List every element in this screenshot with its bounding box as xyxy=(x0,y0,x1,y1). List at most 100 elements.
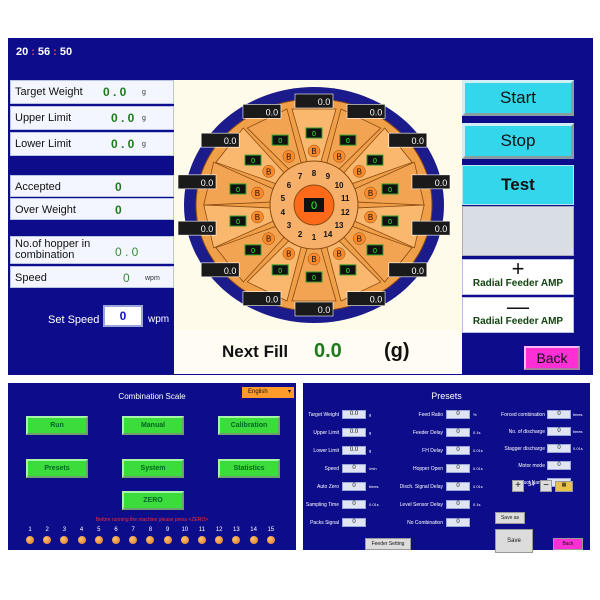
preset-value-field[interactable]: 0 xyxy=(547,427,571,436)
preset-value-field[interactable]: 0 xyxy=(342,464,366,473)
system-button[interactable]: System xyxy=(122,459,184,478)
over-weight-label: Over Weight xyxy=(15,204,76,216)
combination-scale-screen: Combination Scale English ▾ Run Manual Ca… xyxy=(8,383,296,550)
stop-button[interactable]: Stop xyxy=(462,123,574,159)
hopper-weight-value: 0.0 xyxy=(266,107,279,117)
hopper-indicator-lamp xyxy=(26,536,34,544)
product-decrement-button[interactable]: − xyxy=(540,480,552,492)
target-weight-value: 0 . 0 xyxy=(103,85,127,99)
keyboard-icon[interactable]: ▦ xyxy=(555,481,573,492)
hopper-small-value: 0 xyxy=(236,219,240,226)
hopper-marker-label: B xyxy=(368,213,373,222)
hopper-weight-value: 0.0 xyxy=(201,224,214,234)
zero-button[interactable]: ZERO xyxy=(122,491,184,510)
save-button[interactable]: Save xyxy=(495,529,533,553)
preset-label: Feed Ratio xyxy=(418,412,443,418)
hopper-indicator-number: 10 xyxy=(181,527,189,533)
preset-value-field[interactable]: 0 xyxy=(446,500,470,509)
hopper-marker-label: B xyxy=(286,152,291,161)
upper-limit-unit: g xyxy=(142,115,146,122)
preset-label: No. of discharge xyxy=(508,429,545,435)
preset-value-field[interactable]: 0.0 xyxy=(342,410,366,419)
preset-value-field[interactable]: 0 xyxy=(547,410,571,419)
hopper-marker-label: B xyxy=(336,152,341,161)
preset-value-field[interactable]: 0 xyxy=(547,461,571,470)
preset-unit: 0.01s xyxy=(473,484,483,489)
preset-value-field[interactable]: 0 xyxy=(342,482,366,491)
hopper-indicator-number: 11 xyxy=(198,527,206,533)
next-fill-label: Next Fill xyxy=(222,342,289,361)
hopper-wheel: 1234567 8 91011121314 0 B00.0B00.0B00.0B00… xyxy=(177,87,451,323)
preset-value-field[interactable]: 0 xyxy=(446,482,470,491)
preset-label: Disch. Signal Delay xyxy=(399,484,443,490)
preset-value-field[interactable]: 0 xyxy=(446,464,470,473)
start-button[interactable]: Start xyxy=(462,80,574,116)
preset-unit: g xyxy=(369,448,372,453)
speed-value: 0 xyxy=(123,271,130,285)
radial-feeder-amp-up-button[interactable]: + Radial Feeder AMP xyxy=(462,258,574,295)
preset-value-field[interactable]: 0 xyxy=(342,518,366,527)
clock-minutes: 56 xyxy=(37,46,51,58)
lower-limit-value: 0 . 0 xyxy=(111,137,135,151)
presets-title: Presets xyxy=(431,391,462,401)
preset-unit: times xyxy=(573,429,583,434)
hopper-indicator-lamp xyxy=(163,536,172,544)
manual-button[interactable]: Manual xyxy=(122,416,184,435)
preset-value-field[interactable]: 0.0 xyxy=(342,428,366,437)
preset-unit: 0.01s xyxy=(473,448,483,453)
preset-value-field[interactable]: 0 xyxy=(547,444,571,453)
preset-label: Target Weight xyxy=(308,412,339,418)
hopper-number: 6 xyxy=(287,181,292,190)
set-speed-input[interactable]: 0 xyxy=(103,305,143,327)
statistics-button[interactable]: Statistics xyxy=(218,459,280,478)
preset-value-field[interactable]: 0 xyxy=(446,446,470,455)
preset-unit: % xyxy=(473,412,477,417)
hopper-weight-value: 0.0 xyxy=(370,295,383,305)
lower-limit-field[interactable]: Lower Limit 0 . 0 g xyxy=(10,132,174,156)
radial-feeder-amp-down-button[interactable]: — Radial Feeder AMP xyxy=(462,296,574,333)
preset-value-field[interactable]: 0 xyxy=(342,500,366,509)
test-button[interactable]: Test xyxy=(462,165,574,205)
hopper-indicator-number: 2 xyxy=(45,527,49,533)
language-select[interactable]: English ▾ xyxy=(242,387,294,398)
hopper-weight-value: 0.0 xyxy=(266,295,279,305)
presets-back-button[interactable]: Back xyxy=(553,538,583,550)
preset-label: Auto Zero xyxy=(317,484,339,490)
hopper-small-value: 0 xyxy=(346,268,350,275)
hopper-small-value: 0 xyxy=(373,158,377,165)
back-button[interactable]: Back xyxy=(524,346,580,370)
preset-value-field[interactable]: 0 xyxy=(446,428,470,437)
run-button[interactable]: Run xyxy=(26,416,88,435)
preset-value-field[interactable]: 0 xyxy=(446,410,470,419)
next-fill-value: 0.0 xyxy=(314,340,342,362)
over-weight-value: 0 xyxy=(115,203,122,217)
preset-value-field[interactable]: 0 xyxy=(446,518,470,527)
main-screen: 20:56:50 Target Weight 0 . 0 g Upper Lim… xyxy=(8,38,593,375)
hopper-number: 7 xyxy=(298,172,303,181)
hopper-indicator-number: 5 xyxy=(97,527,101,533)
preset-label: Hopper Open xyxy=(412,466,443,472)
calibration-button[interactable]: Calibration xyxy=(218,416,280,435)
preset-unit: 0.1s xyxy=(473,502,481,507)
hopper-marker-label: B xyxy=(266,235,271,244)
preset-label: FH Delay xyxy=(422,448,443,454)
hopper-indicator-lamp xyxy=(232,536,241,544)
preset-unit: g xyxy=(369,430,372,435)
save-as-button[interactable]: Save as xyxy=(495,512,525,524)
feeder-setting-button[interactable]: Feeder Setting xyxy=(365,538,411,550)
preset-value-field[interactable]: 0.0 xyxy=(342,446,366,455)
hopper-marker-label: B xyxy=(255,213,260,222)
blank-button[interactable] xyxy=(462,206,574,256)
product-increment-button[interactable]: + xyxy=(512,480,524,492)
hopper-weight-value: 0.0 xyxy=(318,305,331,315)
clock-separator: : xyxy=(53,46,57,58)
preset-label: Upper Limit xyxy=(313,430,339,436)
hopper-indicator-lamp xyxy=(266,536,275,544)
hopper-small-value: 0 xyxy=(278,138,282,145)
hopper-weight-value: 0.0 xyxy=(412,136,425,146)
upper-limit-field[interactable]: Upper Limit 0 . 0 g xyxy=(10,106,174,130)
hopper-wheel-panel: 1 2 3 4 5 6 7 8 9 10 11 12 13 14 0 B 0 0.0 B 0 0.0 B 0 0.0 B 0 0… xyxy=(174,80,462,330)
target-weight-field[interactable]: Target Weight 0 . 0 g xyxy=(10,80,174,104)
accepted-value: 0 xyxy=(115,180,122,194)
presets-button[interactable]: Presets xyxy=(26,459,88,478)
